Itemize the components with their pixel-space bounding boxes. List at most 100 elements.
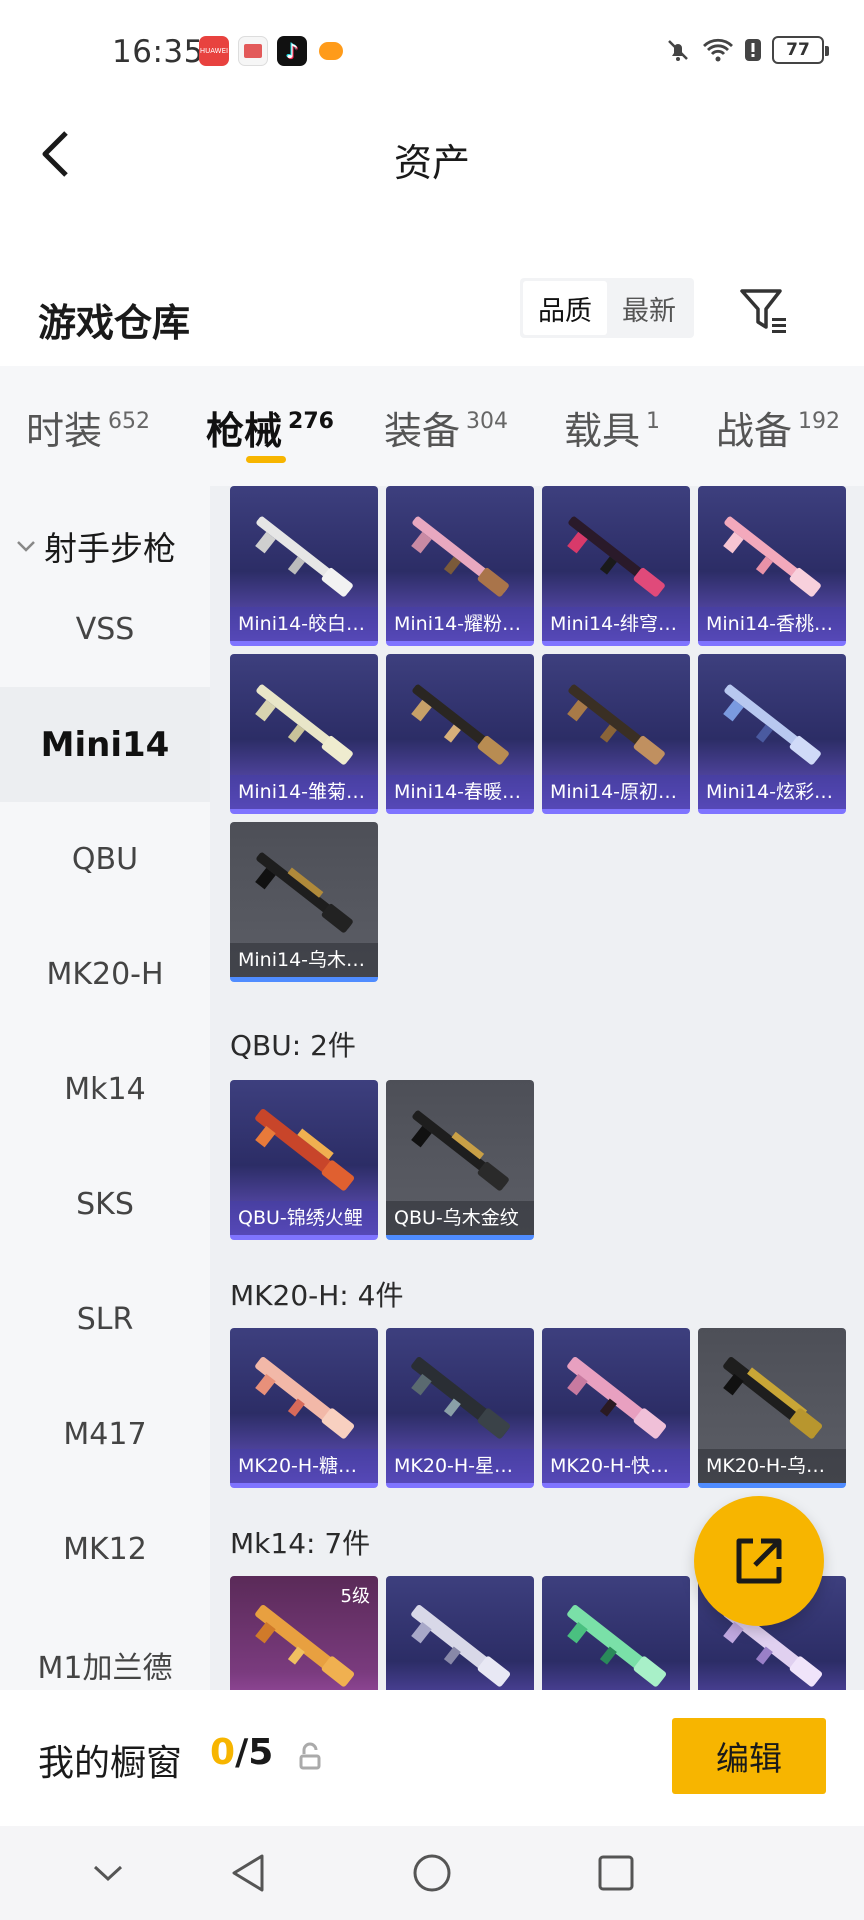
weapon-image bbox=[255, 852, 353, 933]
alert-icon bbox=[745, 39, 761, 61]
back-triangle-icon bbox=[232, 1854, 264, 1892]
nav-back-button[interactable] bbox=[208, 1826, 288, 1920]
weapon-image bbox=[723, 684, 821, 765]
section-label-qbu: QBU: 2件 bbox=[230, 1029, 356, 1062]
weapon-name: Mini14-雏菊… bbox=[230, 775, 378, 809]
weapon-image bbox=[255, 1108, 355, 1191]
section-label-mk14: Mk14: 7件 bbox=[230, 1527, 371, 1560]
weapon-image bbox=[255, 516, 353, 597]
weapon-card[interactable]: Mini14-皎白… bbox=[230, 486, 378, 646]
weapon-card[interactable]: MK20-H-乌… bbox=[698, 1328, 846, 1488]
weapon-card[interactable]: Mini14-绯穹… bbox=[542, 486, 690, 646]
tab-equipment[interactable]: 装备 304 bbox=[384, 400, 508, 455]
tab-fashion[interactable]: 时装 652 bbox=[26, 400, 150, 455]
tab-supplies[interactable]: 战备 192 bbox=[716, 400, 840, 455]
status-time: 16:35 bbox=[112, 34, 204, 70]
weapon-card[interactable]: MK20-H-糖… bbox=[230, 1328, 378, 1488]
weapon-image bbox=[255, 1604, 355, 1687]
nav-collapse-button[interactable] bbox=[68, 1826, 148, 1920]
weapon-image bbox=[567, 684, 665, 765]
sidebar-item-sks[interactable]: SKS bbox=[0, 1147, 210, 1262]
mute-icon bbox=[668, 40, 688, 61]
lock-icon bbox=[299, 1742, 321, 1770]
filter-button[interactable] bbox=[738, 286, 792, 336]
game-app-icon bbox=[316, 36, 346, 66]
sidebar-item-m1-garand[interactable]: M1加兰德 bbox=[0, 1607, 210, 1690]
sidebar-item-qbu[interactable]: QBU bbox=[0, 802, 210, 917]
weapon-name: MK20-H-星… bbox=[386, 1449, 534, 1483]
system-nav-bar bbox=[0, 1826, 864, 1920]
sidebar-item-mini14[interactable]: Mini14 bbox=[0, 687, 210, 802]
active-tab-indicator bbox=[246, 456, 286, 463]
weapon-card[interactable]: Mini14-雏菊… bbox=[230, 654, 378, 814]
share-icon bbox=[736, 1538, 782, 1584]
weapon-card[interactable]: QBU-乌木金纹 bbox=[386, 1080, 534, 1240]
chevron-down-icon bbox=[93, 1865, 123, 1882]
tiktok-app-icon bbox=[277, 36, 307, 66]
battery-indicator: 77 bbox=[772, 36, 829, 64]
share-fab-button[interactable] bbox=[694, 1496, 824, 1626]
weapon-image bbox=[411, 1604, 511, 1687]
weapon-card[interactable]: Mini14-春暖… bbox=[386, 654, 534, 814]
sidebar-group-marksman[interactable]: 射手步枪 bbox=[16, 522, 176, 570]
weapon-card[interactable]: Mini14-原初… bbox=[542, 654, 690, 814]
weapon-name: MK20-H-乌… bbox=[698, 1449, 846, 1483]
sort-toggle: 品质 最新 bbox=[520, 278, 694, 338]
weapon-image bbox=[411, 1110, 509, 1191]
showcase-count: 0/5 bbox=[210, 1732, 274, 1773]
weapon-name: Mini14-绯穹… bbox=[542, 607, 690, 641]
weapon-card[interactable]: Mini14-乌木… bbox=[230, 822, 378, 982]
weapon-image bbox=[255, 1356, 355, 1439]
tab-firearms[interactable]: 枪械 276 bbox=[206, 400, 334, 455]
tab-vehicles[interactable]: 载具 1 bbox=[564, 400, 660, 455]
weapon-name: Mini14-春暖… bbox=[386, 775, 534, 809]
weapon-name: Mini14-乌木… bbox=[230, 943, 378, 977]
store-app-icon bbox=[238, 36, 268, 66]
category-tabs: 时装 652 枪械 276 装备 304 载具 1 战备 192 bbox=[0, 366, 864, 486]
weapon-image bbox=[411, 684, 509, 765]
page-title: 资产 bbox=[393, 141, 470, 185]
sidebar-item-mk14[interactable]: Mk14 bbox=[0, 1032, 210, 1147]
sidebar-item-slr[interactable]: SLR bbox=[0, 1262, 210, 1377]
weapon-sidebar: 射手步枪 VSS Mini14 QBU MK20-H Mk14 SKS SLR … bbox=[0, 486, 210, 1690]
weapon-image bbox=[723, 516, 821, 597]
weapon-name: MK20-H-快… bbox=[542, 1449, 690, 1483]
sidebar-item-vss[interactable]: VSS bbox=[0, 572, 210, 687]
weapon-card[interactable]: MK20-H-快… bbox=[542, 1328, 690, 1488]
weapon-card[interactable]: Mini14-香桃… bbox=[698, 486, 846, 646]
weapon-card[interactable]: 5级 bbox=[230, 1576, 378, 1690]
weapon-image bbox=[567, 1356, 667, 1439]
notification-apps: HUAWEI bbox=[199, 36, 346, 66]
wifi-icon bbox=[703, 38, 733, 62]
weapon-image bbox=[411, 1356, 511, 1439]
weapon-image bbox=[567, 1604, 667, 1687]
weapon-card[interactable] bbox=[386, 1576, 534, 1690]
weapon-card[interactable]: Mini14-炫彩… bbox=[698, 654, 846, 814]
warehouse-title: 游戏仓库 bbox=[38, 301, 191, 345]
sidebar-item-m417[interactable]: M417 bbox=[0, 1377, 210, 1492]
sidebar-item-mk12[interactable]: MK12 bbox=[0, 1492, 210, 1607]
showcase-bar: 我的橱窗 0/5 编辑 bbox=[0, 1690, 864, 1826]
weapon-card[interactable]: MK20-H-星… bbox=[386, 1328, 534, 1488]
weapon-name: Mini14-香桃… bbox=[698, 607, 846, 641]
edit-button[interactable]: 编辑 bbox=[672, 1718, 826, 1794]
weapon-card[interactable]: QBU-锦绣火鲤 bbox=[230, 1080, 378, 1240]
sort-quality-option[interactable]: 品质 bbox=[523, 281, 607, 335]
system-status-icons: 77 bbox=[664, 36, 829, 64]
weapon-card[interactable] bbox=[542, 1576, 690, 1690]
weapon-card[interactable]: Mini14-耀粉… bbox=[386, 486, 534, 646]
showcase-label: 我的橱窗 bbox=[38, 1743, 183, 1784]
sort-newest-option[interactable]: 最新 bbox=[607, 281, 691, 335]
weapon-image bbox=[255, 684, 353, 765]
nav-home-button[interactable] bbox=[392, 1826, 472, 1920]
weapon-name: QBU-锦绣火鲤 bbox=[230, 1201, 378, 1235]
weapon-name: QBU-乌木金纹 bbox=[386, 1201, 534, 1235]
recents-square-icon bbox=[598, 1855, 634, 1891]
weapon-name: Mini14-炫彩… bbox=[698, 775, 846, 809]
weapon-name: Mini14-皎白… bbox=[230, 607, 378, 641]
chevron-down-icon bbox=[17, 541, 35, 552]
weapon-name: Mini14-原初… bbox=[542, 775, 690, 809]
home-circle-icon bbox=[413, 1854, 451, 1892]
nav-recents-button[interactable] bbox=[576, 1826, 656, 1920]
sidebar-item-mk20h[interactable]: MK20-H bbox=[0, 917, 210, 1032]
